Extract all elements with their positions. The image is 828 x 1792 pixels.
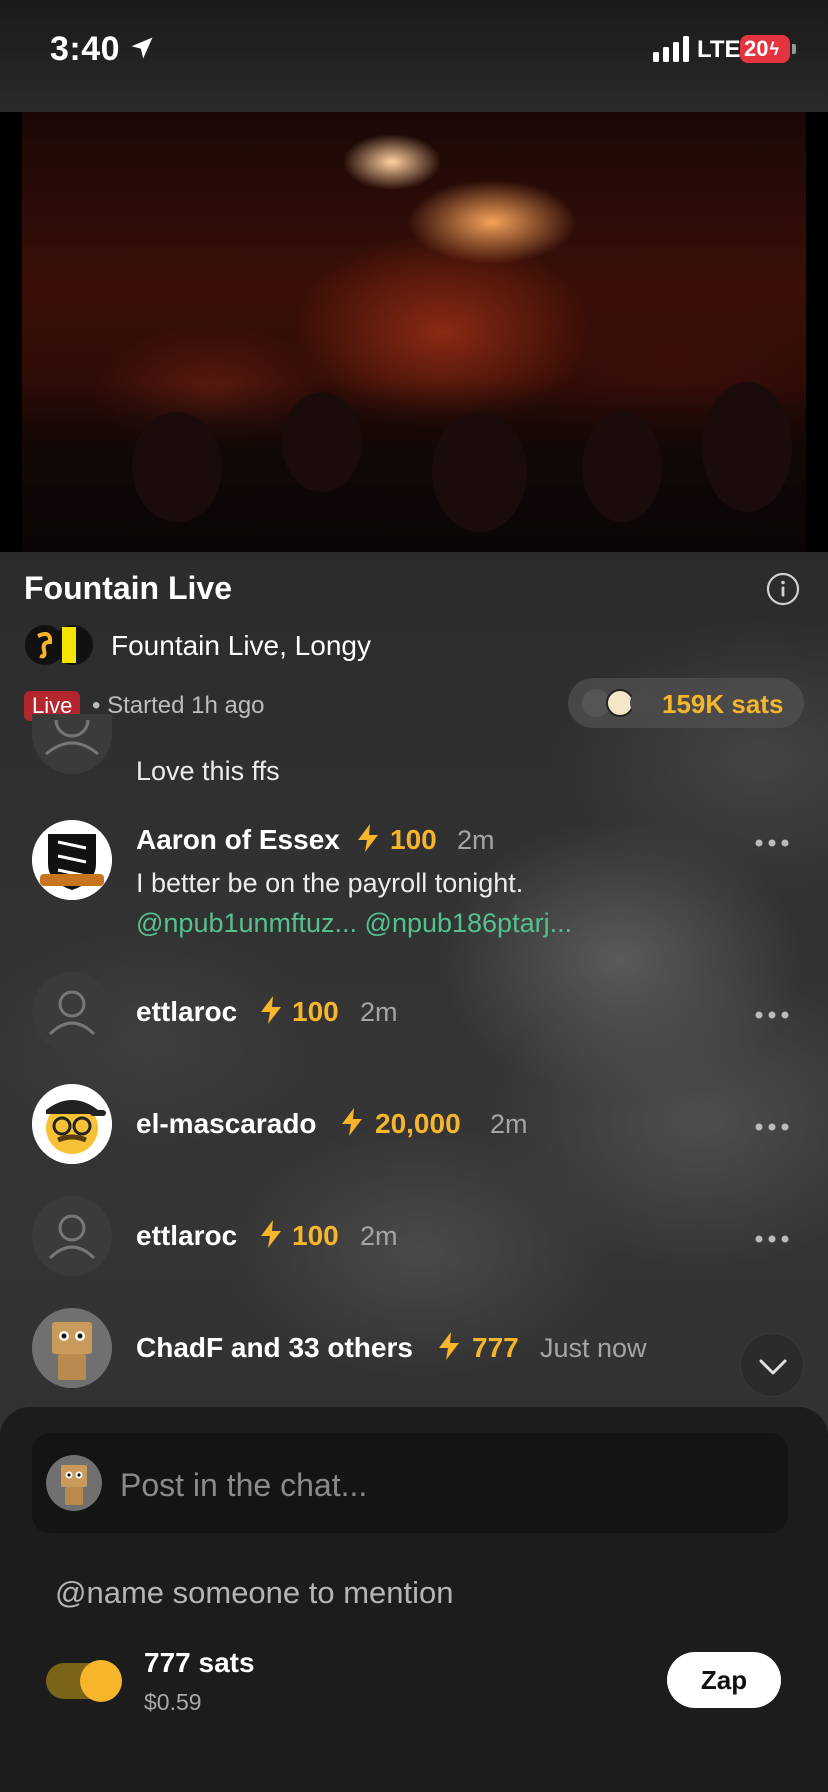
- more-options-icon[interactable]: [754, 1234, 790, 1244]
- scroll-to-bottom-button[interactable]: [740, 1333, 804, 1397]
- user-placeholder-icon: [48, 1214, 96, 1260]
- chat-input-placeholder: Post in the chat...: [120, 1467, 368, 1503]
- time-ago: 2m: [360, 997, 398, 1027]
- time-ago: 2m: [490, 1109, 528, 1139]
- bolt-icon: [358, 824, 378, 852]
- more-options-icon[interactable]: [754, 1010, 790, 1020]
- sender-name[interactable]: el-mascarado: [136, 1108, 317, 1140]
- battery-cap: [792, 44, 796, 54]
- more-options-icon[interactable]: [754, 1122, 790, 1132]
- user-placeholder-icon: [48, 990, 96, 1036]
- avatar[interactable]: [32, 1196, 112, 1276]
- zap-button[interactable]: Zap: [667, 1652, 781, 1708]
- total-sats: 159K sats: [662, 689, 784, 719]
- video-player[interactable]: [0, 112, 828, 552]
- status-time: 3:40: [50, 30, 121, 68]
- chevron-down-icon: [759, 1359, 787, 1375]
- sender-name[interactable]: ChadF and 33 others: [136, 1332, 413, 1364]
- bolt-icon: [261, 996, 281, 1024]
- zap-amount: 100: [390, 824, 437, 855]
- bolt-icon: [439, 1332, 459, 1360]
- avatar[interactable]: [32, 1084, 112, 1164]
- toggle-knob: [80, 1660, 122, 1702]
- bolt-icon: [342, 1108, 362, 1136]
- signal-bars-icon: [653, 36, 689, 62]
- zap-amount: 777: [472, 1332, 519, 1363]
- video-frame: [22, 112, 806, 552]
- channel-logo-icon: [25, 625, 93, 665]
- time-ago: 2m: [457, 825, 495, 855]
- cardboard-robot-icon: [46, 1455, 102, 1511]
- battery-indicator: 20 ϟ: [740, 35, 790, 63]
- disguise-face-icon: [32, 1084, 112, 1164]
- stream-title: Fountain Live: [24, 570, 232, 606]
- location-arrow-icon: [131, 37, 153, 59]
- top-zappers-pill[interactable]: 159K sats: [568, 678, 804, 728]
- channel-name[interactable]: Fountain Live, Longy: [111, 630, 371, 662]
- message-mentions[interactable]: @npub1unmftuz... @npub186ptarj...: [136, 908, 572, 939]
- message-text: Love this ffs: [136, 756, 280, 786]
- zap-amount: 20,000: [375, 1108, 461, 1139]
- sender-name[interactable]: Aaron of Essex: [136, 824, 340, 856]
- time-ago: 2m: [360, 1221, 398, 1251]
- zap-amount-fiat: $0.59: [144, 1689, 202, 1715]
- chat-composer: Post in the chat... @name someone to men…: [0, 1406, 828, 1792]
- chat-input[interactable]: Post in the chat...: [32, 1433, 788, 1533]
- more-options-icon[interactable]: [754, 838, 790, 848]
- zap-toggle[interactable]: [46, 1660, 122, 1702]
- charging-icon: ϟ: [769, 38, 780, 59]
- mention-hint: @name someone to mention: [55, 1575, 454, 1610]
- sender-name[interactable]: ettlaroc: [136, 996, 237, 1028]
- sender-name[interactable]: ettlaroc: [136, 1220, 237, 1252]
- cardboard-robot-icon: [32, 1308, 112, 1388]
- zap-amount-sats[interactable]: 777 sats: [144, 1647, 255, 1679]
- avatar[interactable]: [32, 1308, 112, 1388]
- info-icon[interactable]: [766, 572, 800, 606]
- bolt-icon: [261, 1220, 281, 1248]
- started-time: • Started 1h ago: [92, 692, 265, 719]
- zapper-avatar: [630, 689, 658, 717]
- my-avatar: [46, 1455, 102, 1511]
- time-ago: Just now: [540, 1333, 647, 1363]
- avatar[interactable]: [32, 972, 112, 1052]
- status-bar: 3:40 LTE 20 ϟ: [0, 0, 828, 112]
- essex-shield-icon: [32, 820, 112, 900]
- battery-level: 20: [744, 36, 769, 61]
- zap-amount: 100: [292, 996, 339, 1027]
- message-text: I better be on the payroll tonight.: [136, 868, 524, 898]
- network-type: LTE: [697, 36, 741, 63]
- zap-amount: 100: [292, 1220, 339, 1251]
- avatar[interactable]: [32, 820, 112, 900]
